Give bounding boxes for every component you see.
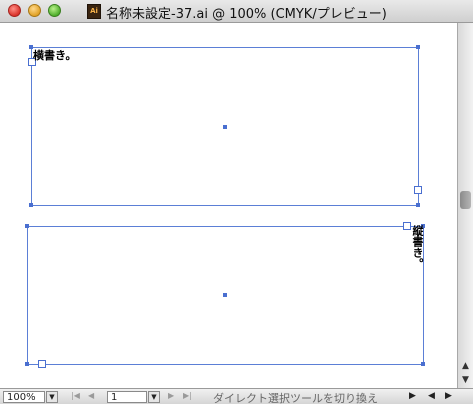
frame-center-point bbox=[223, 125, 227, 129]
scroll-left-icon[interactable]: ◀ bbox=[428, 391, 435, 401]
close-button[interactable] bbox=[8, 4, 21, 17]
vertical-scroll-thumb[interactable] bbox=[460, 191, 471, 209]
page-number-field[interactable]: 1 bbox=[107, 391, 147, 403]
page-dropdown-icon[interactable]: ▼ bbox=[148, 391, 160, 403]
zoom-button[interactable] bbox=[48, 4, 61, 17]
zoom-dropdown-icon[interactable]: ▼ bbox=[46, 391, 58, 403]
scroll-right-icon[interactable]: ▶ bbox=[445, 391, 452, 401]
next-page-icon[interactable]: ▶ bbox=[168, 391, 174, 400]
illustrator-file-icon: Ai bbox=[87, 4, 101, 19]
vertical-text[interactable]: 縦書き。 bbox=[409, 225, 425, 269]
artboard-canvas[interactable]: 横書き。 縦書き。 bbox=[0, 23, 457, 388]
first-page-icon[interactable]: |◀ bbox=[71, 391, 80, 400]
last-page-icon[interactable]: ▶| bbox=[183, 391, 192, 400]
frame-anchor[interactable] bbox=[416, 203, 420, 207]
frame-anchor[interactable] bbox=[421, 362, 425, 366]
minimize-button[interactable] bbox=[28, 4, 41, 17]
scroll-up-icon[interactable]: ▲ bbox=[458, 359, 473, 373]
out-port-handle[interactable] bbox=[38, 360, 46, 368]
status-bar: 100% ▼ |◀ ◀ 1 ▼ ▶ ▶| ダイレクト選択ツールを切り換え ▶ ◀… bbox=[0, 388, 473, 405]
frame-anchor[interactable] bbox=[416, 45, 420, 49]
status-menu-arrow-icon[interactable]: ▶ bbox=[409, 391, 416, 401]
scroll-down-icon[interactable]: ▼ bbox=[458, 373, 473, 387]
frame-anchor[interactable] bbox=[25, 224, 29, 228]
window-title: 名称未設定-37.ai @ 100% (CMYK/プレビュー) bbox=[106, 7, 387, 22]
zoom-field[interactable]: 100% bbox=[3, 391, 45, 403]
out-port-handle[interactable] bbox=[414, 186, 422, 194]
vertical-scrollbar[interactable]: ▲ ▼ bbox=[457, 23, 473, 388]
horizontal-text[interactable]: 横書き。 bbox=[33, 47, 76, 63]
frame-center-point bbox=[223, 293, 227, 297]
frame-anchor[interactable] bbox=[29, 203, 33, 207]
frame-anchor[interactable] bbox=[25, 362, 29, 366]
prev-page-icon[interactable]: ◀ bbox=[88, 391, 94, 400]
title-bar: Ai 名称未設定-37.ai @ 100% (CMYK/プレビュー) bbox=[0, 0, 473, 23]
